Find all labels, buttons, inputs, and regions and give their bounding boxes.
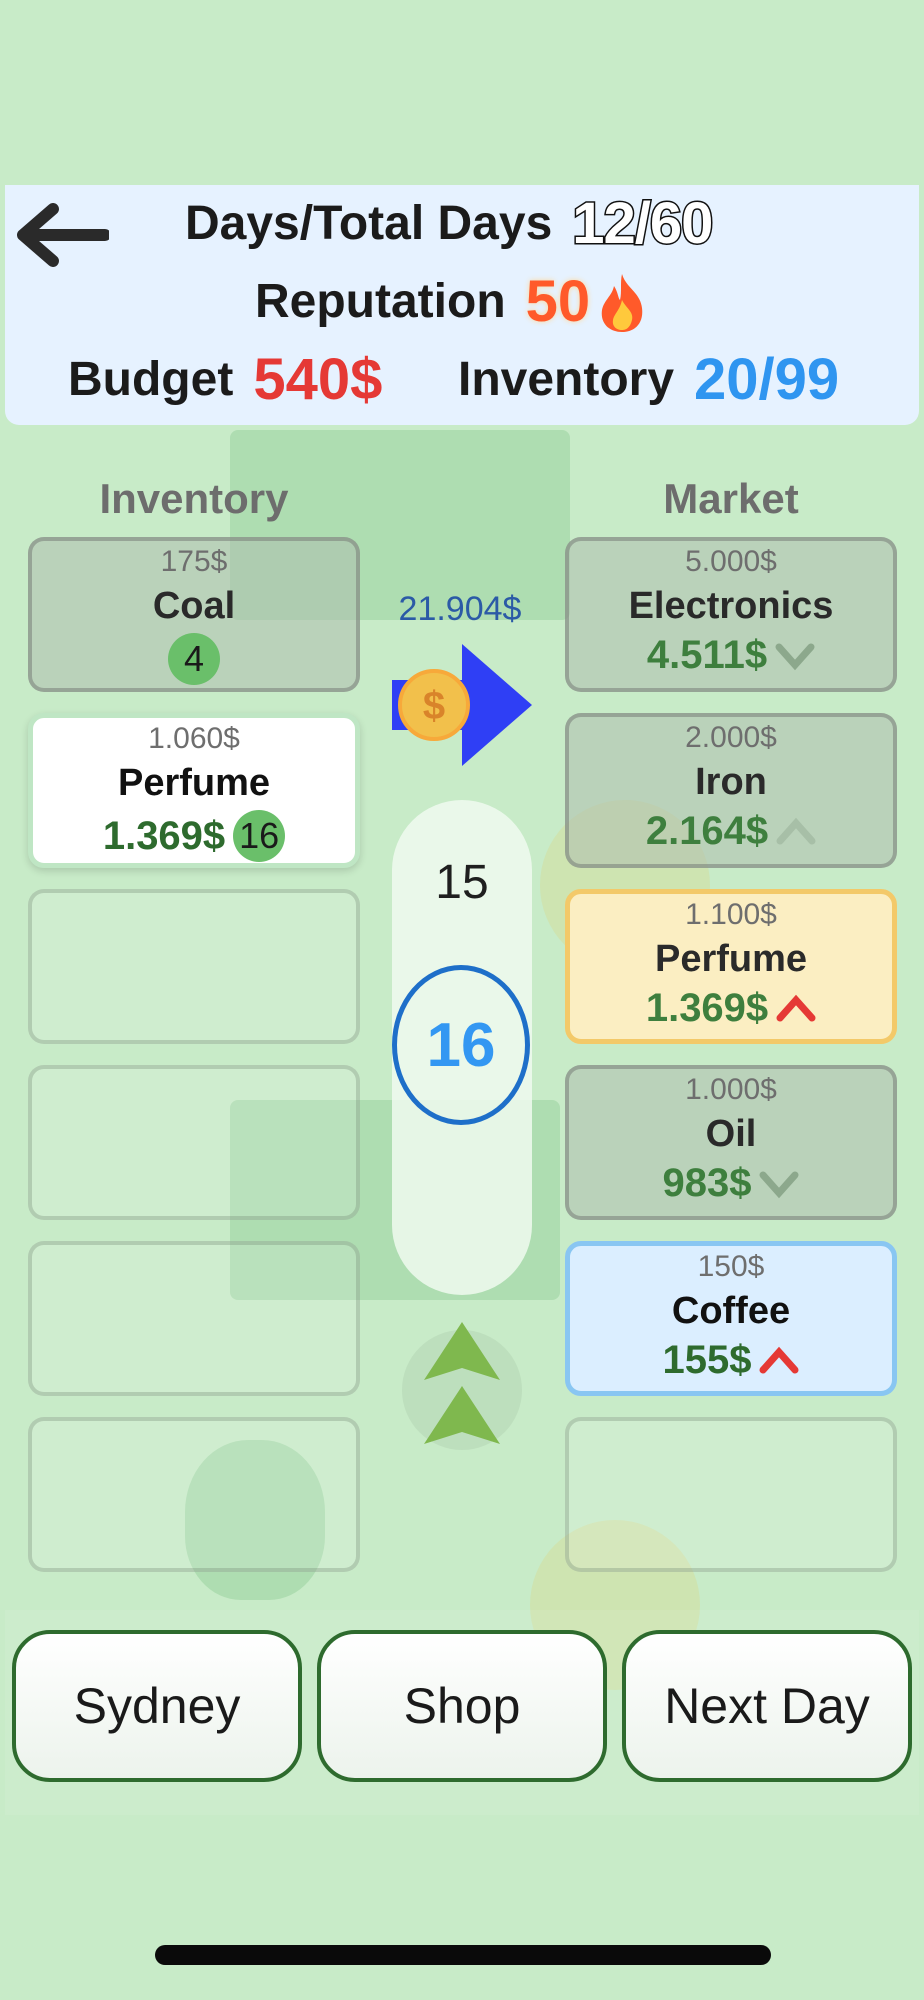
next-day-button[interactable]: Next Day <box>622 1630 912 1782</box>
inventory-slot-empty[interactable] <box>28 1241 360 1396</box>
market-item-name: Perfume <box>654 938 808 980</box>
reputation-value: 50 <box>525 269 591 334</box>
trend-down-icon <box>759 1171 799 1198</box>
budget-value: 540$ <box>253 347 383 412</box>
trade-total: 21.904$ <box>398 590 522 628</box>
market-current-price: 983$ <box>662 1161 752 1205</box>
inventory-capacity-label: Inventory <box>458 353 675 406</box>
market-base-price: 1.000$ <box>685 1073 777 1106</box>
item-quantity-badge: 4 <box>168 633 220 685</box>
market-base-price: 1.100$ <box>685 898 777 931</box>
market-item-coffee[interactable]: 150$ Coffee 155$ <box>565 1241 897 1396</box>
reputation-label: Reputation <box>255 275 506 328</box>
market-base-price: 2.000$ <box>685 721 777 754</box>
market-item-oil[interactable]: 1.000$ Oil 983$ <box>565 1065 897 1220</box>
inventory-slot-coal[interactable]: 175$ Coal 4 <box>28 537 360 692</box>
city-button[interactable]: Sydney <box>12 1630 302 1782</box>
trend-up-icon <box>776 817 816 844</box>
home-indicator[interactable] <box>155 1945 771 1965</box>
trend-up-icon <box>776 994 816 1021</box>
inventory-slot-empty[interactable] <box>28 889 360 1044</box>
market-price-row: 983$ <box>569 1161 893 1206</box>
item-name: Coal <box>152 585 236 627</box>
sell-arrow-button[interactable]: $ <box>392 640 532 770</box>
item-sell-row: 1.369$ 16 <box>33 810 355 862</box>
inventory-slot-empty[interactable] <box>28 1065 360 1220</box>
back-arrow-icon <box>16 203 109 267</box>
market-current-price: 155$ <box>662 1338 752 1382</box>
market-item-iron[interactable]: 2.000$ Iron 2.164$ <box>565 713 897 868</box>
market-base-price: 150$ <box>697 1250 765 1283</box>
days-row: Days/Total Days 12/60 <box>185 190 715 258</box>
market-item-electronics[interactable]: 5.000$ Electronics 4.511$ <box>565 537 897 692</box>
market-price-row: 2.164$ <box>569 809 893 854</box>
market-current-price: 1.369$ <box>645 986 769 1030</box>
inventory-capacity-row: Inventory 20/99 <box>458 346 839 413</box>
inventory-slot-perfume[interactable]: 1.060$ Perfume 1.369$ 16 <box>28 713 360 868</box>
market-item-name: Electronics <box>628 585 834 627</box>
days-label: Days/Total Days <box>185 197 553 250</box>
item-price: 1.060$ <box>148 722 240 755</box>
budget-label: Budget <box>68 353 234 406</box>
item-quantity-badge: 16 <box>233 810 286 862</box>
market-item-name: Iron <box>695 761 767 803</box>
reputation-row: Reputation 50 <box>255 268 652 335</box>
double-up-arrow-button[interactable] <box>400 1310 524 1470</box>
budget-row: Budget 540$ <box>68 346 382 413</box>
days-value: 12/60 <box>571 190 715 258</box>
shop-button[interactable]: Shop <box>317 1630 607 1782</box>
inventory-title: Inventory <box>99 475 289 522</box>
item-sell-price: 1.369$ <box>102 813 226 858</box>
stepper-previous-value[interactable]: 15 <box>392 855 532 910</box>
item-price: 175$ <box>160 545 228 578</box>
market-price-row: 4.511$ <box>569 633 893 678</box>
market-price-row: 155$ <box>570 1338 892 1383</box>
svg-text:$: $ <box>423 684 445 728</box>
market-item-perfume[interactable]: 1.100$ Perfume 1.369$ <box>565 889 897 1044</box>
item-quantity-row: 4 <box>32 633 356 685</box>
back-button[interactable] <box>5 185 120 285</box>
market-slot-empty[interactable] <box>565 1417 897 1572</box>
market-item-name: Coffee <box>671 1290 791 1332</box>
market-base-price: 5.000$ <box>685 545 777 578</box>
fire-icon <box>601 273 643 332</box>
market-title: Market <box>663 475 799 522</box>
item-name: Perfume <box>117 762 271 804</box>
market-current-price: 4.511$ <box>646 633 768 677</box>
inventory-slot-empty[interactable] <box>28 1417 360 1572</box>
market-item-name: Oil <box>705 1113 757 1155</box>
trend-up-icon <box>759 1346 799 1373</box>
market-current-price: 2.164$ <box>645 809 769 853</box>
inventory-capacity-value: 20/99 <box>694 347 840 412</box>
stepper-current-value[interactable]: 16 <box>392 965 530 1125</box>
quantity-stepper[interactable]: 15 16 <box>392 800 532 1295</box>
market-price-row: 1.369$ <box>570 986 892 1031</box>
trend-down-icon <box>775 643 815 670</box>
